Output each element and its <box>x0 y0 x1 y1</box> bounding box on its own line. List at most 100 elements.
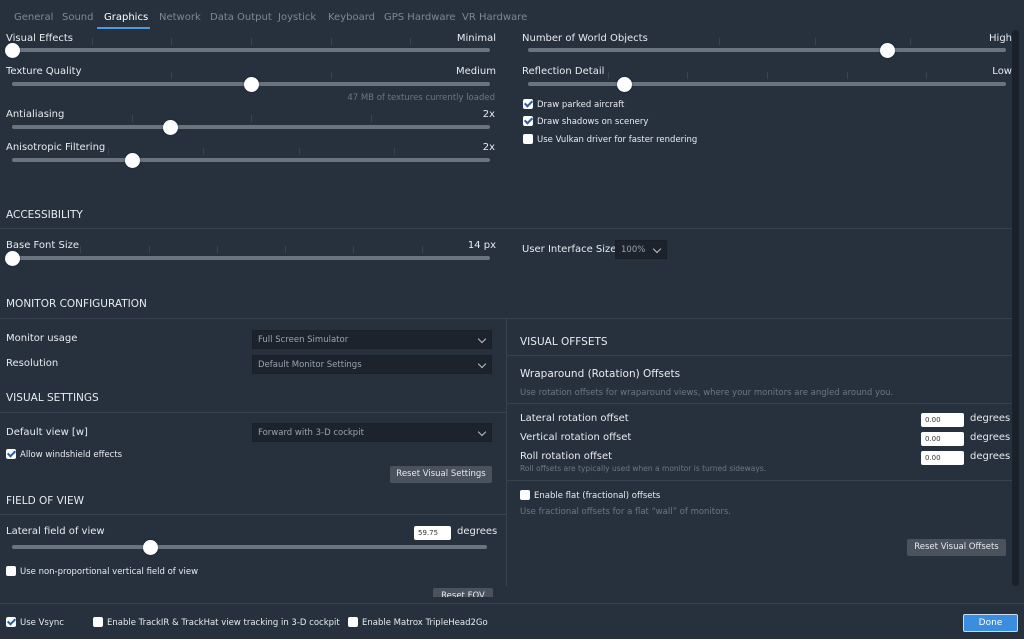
world-objects-value: High <box>989 33 1012 44</box>
roll-offset-unit: degrees <box>970 451 1011 462</box>
divider <box>0 228 1012 229</box>
nonprop-fov-checkbox[interactable] <box>6 566 16 576</box>
slider-track[interactable] <box>528 48 1006 52</box>
done-button[interactable]: Done <box>963 614 1018 632</box>
vulkan-checkbox[interactable] <box>523 134 533 144</box>
reset-visual-settings-button[interactable]: Reset Visual Settings <box>390 466 492 483</box>
resolution-dropdown[interactable]: Default Monitor Settings <box>252 355 492 374</box>
lateral-fov-value: 59.75 <box>418 529 439 537</box>
tab-gps-hardware[interactable]: GPS Hardware <box>384 12 456 23</box>
lateral-offset-input[interactable]: 0.00 <box>921 413 964 427</box>
antialiasing-label: Antialiasing <box>6 109 65 120</box>
font-size-label: Base Font Size <box>6 240 80 251</box>
vsync-checkbox[interactable] <box>6 617 16 627</box>
slider-knob[interactable] <box>125 153 140 168</box>
slider-track[interactable] <box>12 158 490 162</box>
wraparound-desc: Use rotation offsets for wraparound view… <box>520 388 894 398</box>
lateral-offset-label: Lateral rotation offset <box>520 413 629 424</box>
chevron-down-icon <box>477 334 487 344</box>
slider-tick <box>108 148 109 155</box>
slider-track[interactable] <box>12 545 487 549</box>
windshield-label: Allow windshield effects <box>20 450 123 460</box>
slider-tick <box>80 246 81 253</box>
slider-tick <box>926 72 927 79</box>
resolution-value: Default Monitor Settings <box>258 360 362 370</box>
slider-knob[interactable] <box>143 540 158 555</box>
lateral-fov-input[interactable]: 59.75 <box>414 526 451 540</box>
slider-knob[interactable] <box>5 251 20 266</box>
slider-knob[interactable] <box>5 43 20 58</box>
slider-track[interactable] <box>12 48 490 52</box>
tab-keyboard[interactable]: Keyboard <box>328 12 375 23</box>
monitor-usage-dropdown[interactable]: Full Screen Simulator <box>252 330 492 349</box>
visual-settings-title: VISUAL SETTINGS <box>6 392 99 404</box>
vertical-offset-label: Vertical rotation offset <box>520 432 632 443</box>
lateral-fov-label: Lateral field of view <box>6 526 105 537</box>
slider-tick <box>687 72 688 79</box>
slider-track[interactable] <box>528 82 1006 86</box>
windshield-checkbox[interactable] <box>6 449 16 459</box>
divider <box>506 403 1012 404</box>
tab-data-output[interactable]: Data Output <box>210 12 272 23</box>
tab-graphics[interactable]: Graphics <box>104 12 148 23</box>
shadows-checkbox[interactable] <box>523 116 533 126</box>
slider-track[interactable] <box>12 125 490 129</box>
visual-offsets-title: VISUAL OFFSETS <box>520 336 608 348</box>
flat-offsets-checkbox[interactable] <box>520 490 530 500</box>
antialiasing-value: 2x <box>482 109 495 120</box>
slider-tick <box>608 72 609 79</box>
flat-offsets-hint: Use fractional offsets for a flat “wall”… <box>520 507 731 517</box>
slider-track[interactable] <box>12 256 490 260</box>
roll-offset-input[interactable]: 0.00 <box>921 451 964 465</box>
slider-tick <box>353 246 354 253</box>
slider-tick <box>171 72 172 79</box>
tab-vr-hardware[interactable]: VR Hardware <box>462 12 527 23</box>
lateral-fov-unit: degrees <box>457 526 498 537</box>
slider-knob[interactable] <box>617 77 632 92</box>
wraparound-title: Wraparound (Rotation) Offsets <box>520 368 681 380</box>
vertical-offset-unit: degrees <box>970 432 1011 443</box>
default-view-label: Default view [w] <box>6 427 88 438</box>
roll-offset-hint: Roll offsets are typically used when a m… <box>520 464 767 473</box>
tab-bar: General Sound Graphics Network Data Outp… <box>0 0 1024 30</box>
slider-tick <box>251 38 252 45</box>
slider-tick <box>410 38 411 45</box>
ui-size-dropdown[interactable]: 100% <box>615 240 667 259</box>
default-view-value: Forward with 3-D cockpit <box>258 428 364 438</box>
trackir-checkbox[interactable] <box>93 617 103 627</box>
settings-window: General Sound Graphics Network Data Outp… <box>0 0 1024 639</box>
slider-knob[interactable] <box>880 43 895 58</box>
divider <box>0 514 506 515</box>
slider-tick <box>910 38 911 45</box>
default-view-dropdown[interactable]: Forward with 3-D cockpit <box>252 423 492 442</box>
slider-tick <box>847 72 848 79</box>
resolution-label: Resolution <box>6 358 59 369</box>
vertical-offset-value: 0.00 <box>925 435 941 443</box>
shadows-label: Draw shadows on scenery <box>537 117 649 127</box>
slider-tick <box>132 115 133 122</box>
column-divider <box>506 318 507 586</box>
tab-sound[interactable]: Sound <box>62 12 94 23</box>
vertical-offset-input[interactable]: 0.00 <box>921 432 964 446</box>
anisotropic-label: Anisotropic Filtering <box>6 142 106 153</box>
monitor-usage-label: Monitor usage <box>6 333 78 344</box>
roll-offset-label: Roll rotation offset <box>520 451 613 462</box>
vsync-label: Use Vsync <box>20 618 64 628</box>
world-objects-label: Number of World Objects <box>522 33 648 44</box>
reset-visual-offsets-button[interactable]: Reset Visual Offsets <box>907 539 1006 556</box>
slider-tick <box>331 72 332 79</box>
slider-knob[interactable] <box>163 120 178 135</box>
parked-aircraft-checkbox[interactable] <box>523 99 533 109</box>
scrollbar[interactable] <box>1012 30 1019 586</box>
parked-aircraft-label: Draw parked aircraft <box>537 100 625 110</box>
slider-knob[interactable] <box>244 77 259 92</box>
tab-general[interactable]: General <box>14 12 53 23</box>
reset-fov-button[interactable]: Reset FOV <box>433 588 493 597</box>
tab-network[interactable]: Network <box>159 12 201 23</box>
matrox-checkbox[interactable] <box>348 617 358 627</box>
font-size-value: 14 px <box>467 240 496 251</box>
vulkan-label: Use Vulkan driver for faster rendering <box>537 135 698 145</box>
anisotropic-value: 2x <box>482 142 495 153</box>
tab-joystick[interactable]: Joystick <box>278 12 316 23</box>
visual-effects-value: Minimal <box>456 33 496 44</box>
